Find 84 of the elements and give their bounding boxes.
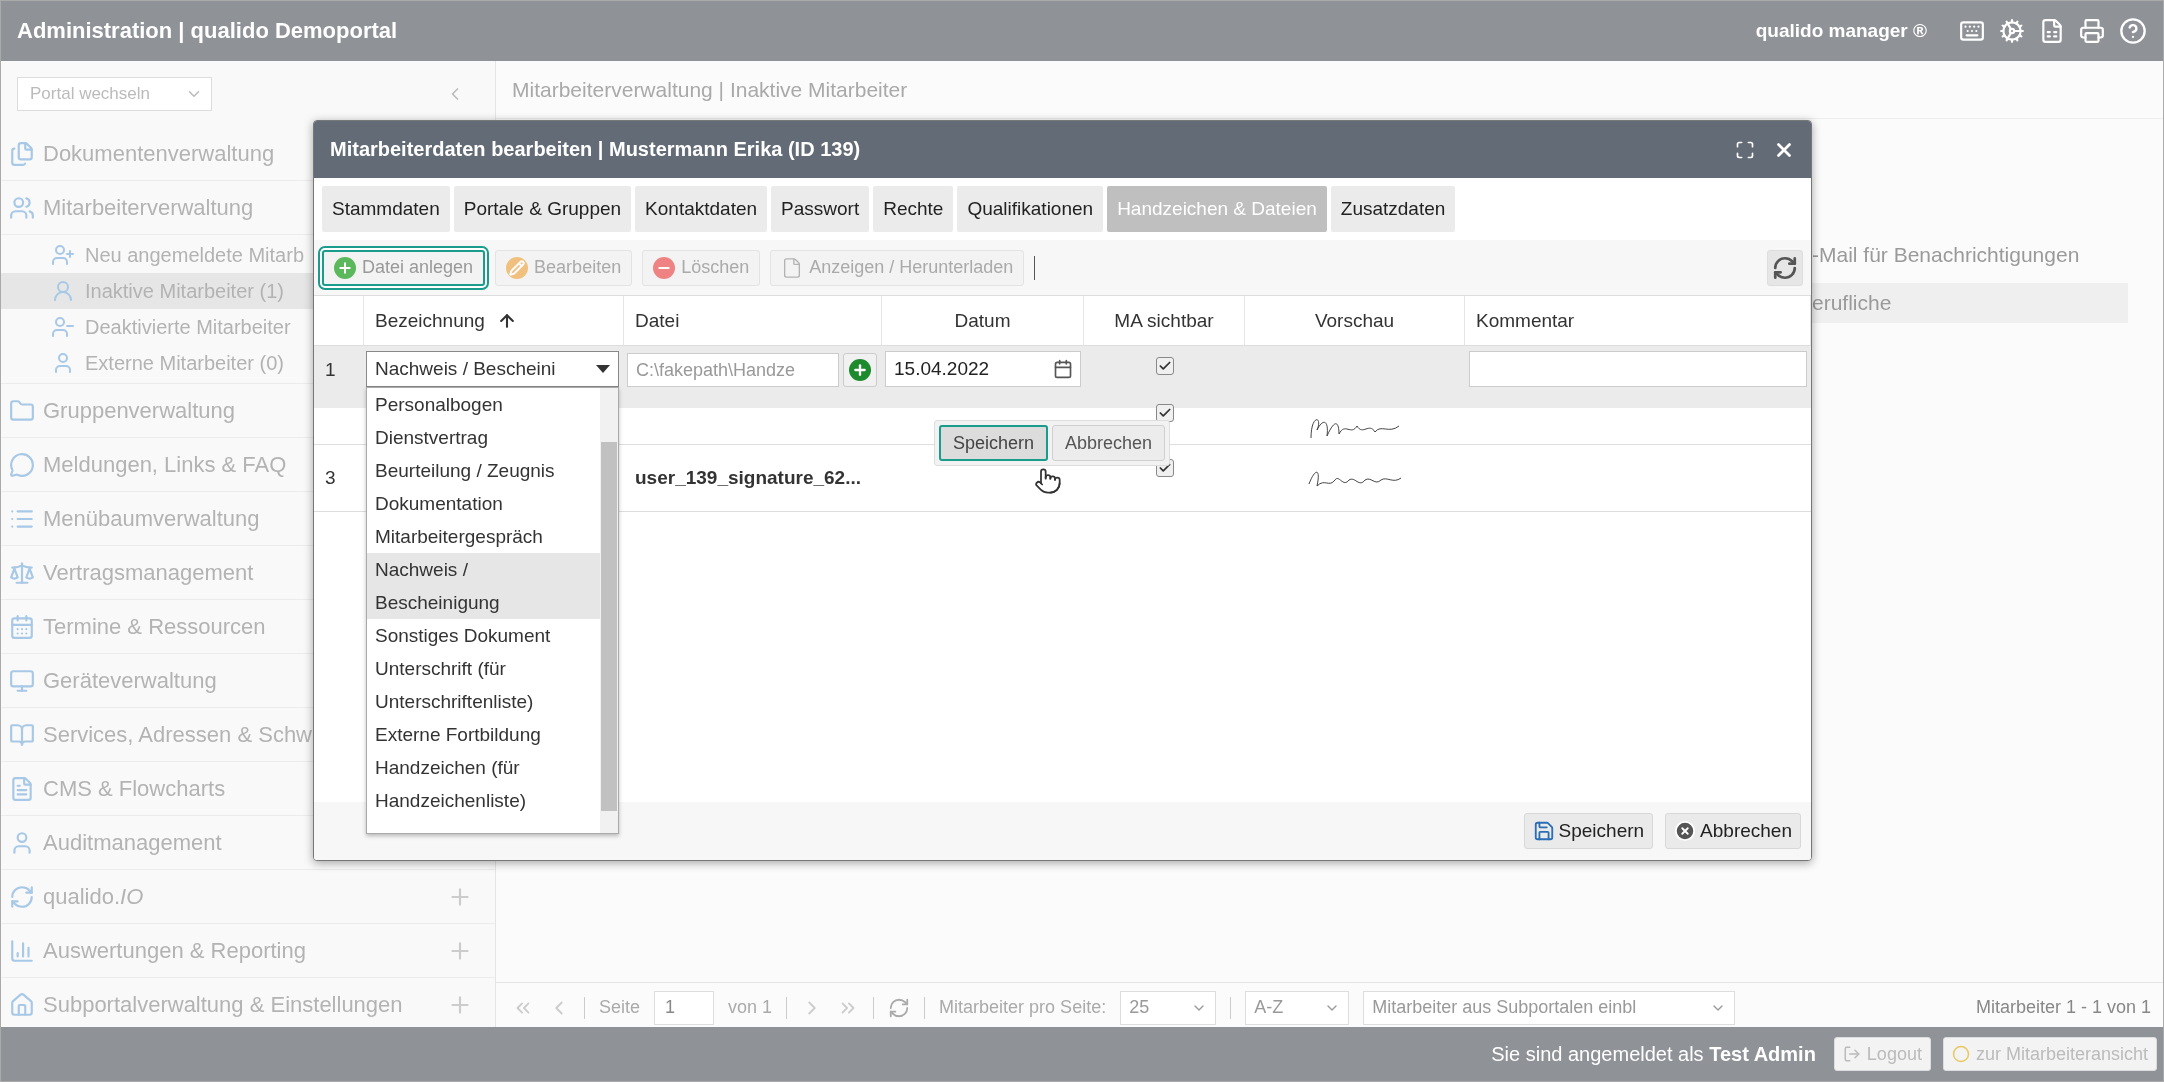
page-input[interactable]: 1 [654,990,715,1025]
circular-arrows-icon [9,883,35,910]
speech-bubble-icon [9,451,35,478]
checkbox[interactable] [1155,357,1174,375]
background-text: -Mail für Benachrichtigungen [1812,242,2081,268]
type-select[interactable]: Nachweis / Bescheini [366,351,619,387]
calendar-icon[interactable] [1053,359,1073,379]
help-icon[interactable] [2119,17,2147,45]
app-title: Administration | qualido Demoportal [17,18,399,44]
sort-select[interactable]: A-Z [1245,990,1350,1025]
background-text: erufliche [1812,283,2128,323]
cancel-button[interactable]: Abbrechen [1052,425,1166,461]
plus-circle-icon [334,256,356,279]
circle-icon [1951,1045,1970,1063]
subitem-label: Neu angemeldete Mitarb [85,243,304,267]
subportal-select[interactable]: Mitarbeiter aus Subportalen einbl [1363,990,1736,1025]
folder-icon [9,397,35,424]
sidebar-item[interactable]: Subportalverwaltung & Einstellungen [43,991,439,1018]
monitor-icon [9,667,35,694]
tab[interactable]: Handzeichen & Dateien [1107,186,1327,232]
person-icon [51,243,75,267]
house-icon [9,991,35,1018]
tab[interactable]: Zusatzdaten [1330,186,1456,232]
settings-icon[interactable] [1999,18,2025,44]
keyboard-icon[interactable] [1959,18,1985,44]
document-icon [9,775,35,802]
cancel-icon [1674,820,1697,842]
caret-icon [596,365,610,373]
record-count: Mitarbeiter 1 - 1 von 1 [1975,997,2151,1018]
tab[interactable]: Qualifikationen [957,186,1104,232]
breadcrumb: Mitarbeiterverwaltung | Inaktive Mitarbeiter [496,61,2163,119]
bar-chart-icon [9,937,35,964]
per-page-label: Mitarbeiter pro Seite: [939,997,1107,1018]
save-button[interactable]: Speichern [939,425,1049,461]
sidebar-item[interactable]: Auswertungen & Reporting [43,937,439,964]
book-icon [9,721,35,748]
tab[interactable]: Rechte [873,186,954,232]
portal-select[interactable]: Portal wechseln [17,77,212,111]
tab[interactable]: Passwort [771,186,870,232]
subitem-label: Externe Mitarbeiter (0) [85,351,284,375]
file-input[interactable]: C:\fakepath\Handze [627,353,839,387]
add-file-button[interactable] [843,353,877,387]
row-number: 3 [324,467,337,489]
documents-icon [9,140,35,167]
row-number: 1 [324,358,337,381]
dialog-title: Mitarbeiterdaten bearbeiten | Mustermann Erika (ID 139) [330,138,862,161]
per-page-select[interactable]: 25 [1120,990,1217,1025]
calendar-icon [9,613,35,640]
tab[interactable]: Portale & Gruppen [453,186,632,232]
plus-circle-icon [849,359,871,381]
brand-name: qualido manager ® [1755,20,1927,42]
dropdown-option[interactable]: Nachweis / Bescheinigung [367,553,600,619]
check-icon [1157,461,1172,475]
users-icon [9,194,35,221]
login-status: Sie sind angemeldet als Test Admin [1491,1042,1816,1066]
file-name: user_139_signature_62... [634,467,863,489]
scale-icon [9,559,35,586]
comment-field[interactable] [1469,351,1807,387]
save-icon [1532,820,1555,842]
check-icon [1157,406,1172,420]
tab[interactable]: Kontaktdaten [635,186,768,232]
person-icon [51,279,75,303]
door-icon [1842,1045,1861,1063]
maximize-icon[interactable] [1735,139,1755,160]
page-label: Seite [599,997,641,1018]
pencil-icon [506,256,529,279]
scrollbar[interactable] [600,388,618,833]
cancel-button[interactable]: Abbrechen [1665,813,1801,849]
dropdown-option[interactable]: Personalbogen [367,388,600,421]
spreadsheet-icon[interactable] [2039,18,2065,44]
refresh-icon[interactable] [888,996,911,1019]
tab[interactable]: Stammdaten [322,186,450,232]
person-icon [51,315,75,339]
date-field[interactable]: 15.04.2022 [885,351,1081,387]
check-icon [1157,359,1172,373]
subitem-label: Deaktivierte Mitarbeiter [85,315,291,339]
print-icon[interactable] [2079,18,2105,44]
page-count: von 1 [728,997,773,1018]
minus-circle-icon [653,256,676,279]
save-button[interactable]: Speichern [1523,813,1654,849]
checkbox[interactable] [1155,404,1174,422]
hand-pointer-icon [1034,467,1062,495]
sidebar-item[interactable]: qualido.IO [43,883,439,910]
refresh-button[interactable] [1767,249,1803,286]
